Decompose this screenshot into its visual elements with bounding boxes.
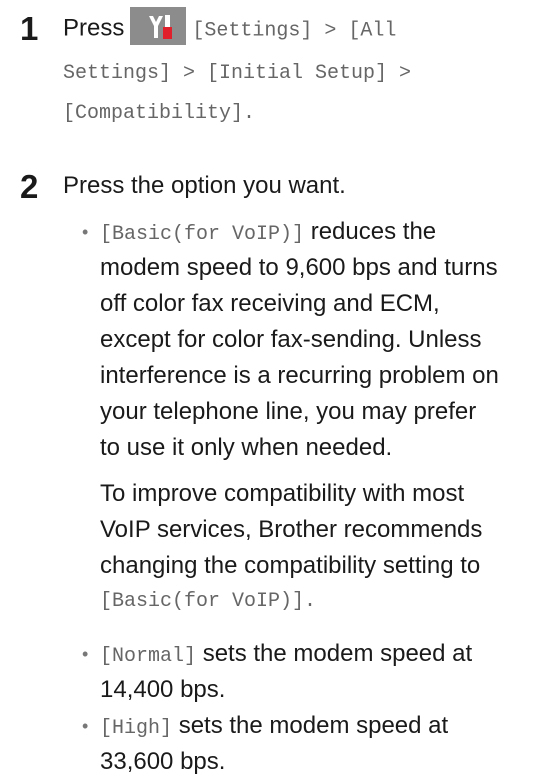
normal-desc-2: 14,400 bps. bbox=[100, 676, 226, 703]
basic-desc-5: interference is a recurring problem on bbox=[100, 362, 499, 389]
high-code: [High] bbox=[100, 717, 173, 740]
normal-desc-1: sets the modem speed at bbox=[202, 640, 473, 667]
bullet-normal: • bbox=[82, 644, 89, 664]
normal-code: [Normal] bbox=[100, 645, 197, 668]
step-number-1: 1 bbox=[20, 10, 39, 47]
settings-button[interactable] bbox=[130, 7, 187, 45]
basic-desc-7: to use it only when needed. bbox=[100, 434, 393, 461]
note-line-3: changing the compatibility setting to bbox=[100, 552, 481, 579]
settings-tools-icon bbox=[149, 15, 173, 39]
settings-path-part1: [Settings] > [All bbox=[192, 19, 397, 43]
note-line-1: To improve compatibility with most bbox=[100, 480, 465, 507]
basic-desc-6: your telephone line, you may prefer bbox=[100, 398, 477, 425]
basic-desc-2: modem speed to 9,600 bps and turns bbox=[100, 254, 498, 281]
high-line1: [High] sets the modem speed at bbox=[100, 708, 448, 747]
note-line-2: VoIP services, Brother recommends bbox=[100, 516, 483, 543]
normal-line1: [Normal] sets the modem speed at bbox=[100, 636, 472, 675]
bullet-basic: • bbox=[82, 222, 89, 242]
basic-code: [Basic(for VoIP)] bbox=[100, 223, 305, 246]
basic-line1: [Basic(for VoIP)] reduces the bbox=[100, 214, 436, 253]
bullet-high: • bbox=[82, 716, 89, 736]
high-desc-1: sets the modem speed at bbox=[178, 712, 449, 739]
step1-line1: Press [Settings] > [All bbox=[63, 7, 397, 49]
basic-desc-3: off color fax receiving and ECM, bbox=[100, 290, 440, 317]
press-label: Press bbox=[63, 14, 125, 42]
step2-intro: Press the option you want. bbox=[63, 172, 346, 199]
settings-path-part2: Settings] > [Initial Setup] > bbox=[63, 62, 412, 85]
basic-desc-1: reduces the bbox=[310, 218, 437, 245]
basic-desc-4: except for color fax-sending. Unless bbox=[100, 326, 482, 353]
step-number-2: 2 bbox=[20, 168, 39, 205]
high-desc-2: 33,600 bps. bbox=[100, 748, 226, 775]
settings-path-part3: [Compatibility]. bbox=[63, 102, 256, 125]
note-code: [Basic(for VoIP)]. bbox=[100, 590, 317, 613]
